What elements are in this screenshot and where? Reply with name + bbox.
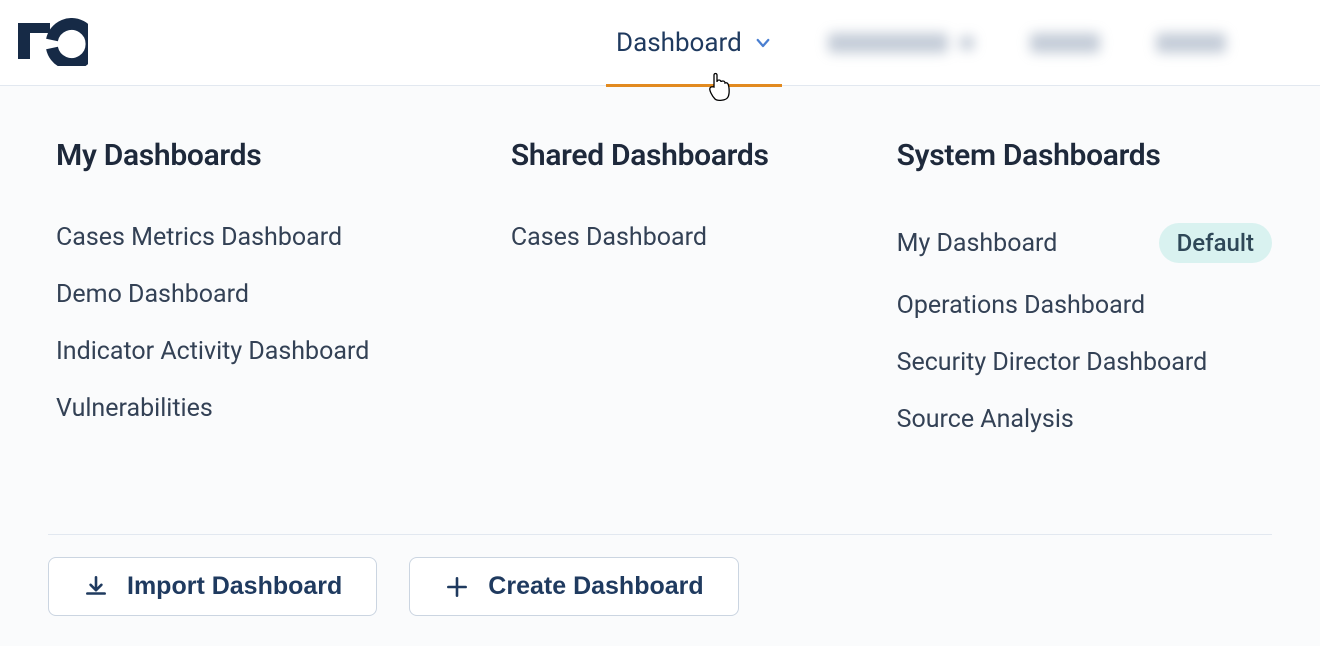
chevron-down-icon xyxy=(754,34,772,52)
column-title-shared: Shared Dashboards xyxy=(511,138,857,173)
top-bar: Dashboard xyxy=(0,0,1320,86)
dashboard-item-operations[interactable]: Operations Dashboard xyxy=(897,277,1272,334)
nav-tabs: Dashboard xyxy=(610,0,1232,85)
default-badge: Default xyxy=(1159,223,1272,263)
column-title-my: My Dashboards xyxy=(56,138,471,173)
dashboard-item-vulnerabilities[interactable]: Vulnerabilities xyxy=(56,380,471,437)
column-title-system: System Dashboards xyxy=(897,138,1272,173)
dashboard-dropdown-panel: My Dashboards Cases Metrics Dashboard De… xyxy=(0,86,1320,448)
dashboard-item-indicator-activity[interactable]: Indicator Activity Dashboard xyxy=(56,323,471,380)
dashboard-item-source-analysis[interactable]: Source Analysis xyxy=(897,391,1272,448)
import-dashboard-button[interactable]: Import Dashboard xyxy=(48,557,377,616)
dropdown-footer: Import Dashboard Create Dashboard xyxy=(48,534,1272,616)
nav-tab-dashboard[interactable]: Dashboard xyxy=(610,0,778,86)
divider xyxy=(48,534,1272,535)
create-dashboard-button[interactable]: Create Dashboard xyxy=(409,557,738,616)
nav-tab-blurred-2[interactable] xyxy=(1024,0,1106,86)
plus-icon xyxy=(444,574,470,600)
nav-tab-blurred-3[interactable] xyxy=(1150,0,1232,86)
dashboard-item-my-dashboard[interactable]: My Dashboard Default xyxy=(897,209,1272,277)
column-my-dashboards: My Dashboards Cases Metrics Dashboard De… xyxy=(56,138,471,448)
dashboard-item-security-director[interactable]: Security Director Dashboard xyxy=(897,334,1272,391)
app-logo xyxy=(12,18,88,70)
dashboard-item-cases-metrics[interactable]: Cases Metrics Dashboard xyxy=(56,209,471,266)
dashboard-item-cases[interactable]: Cases Dashboard xyxy=(511,209,857,266)
nav-tab-label: Dashboard xyxy=(616,28,742,58)
dashboard-item-demo[interactable]: Demo Dashboard xyxy=(56,266,471,323)
column-shared-dashboards: Shared Dashboards Cases Dashboard xyxy=(511,138,857,448)
column-system-dashboards: System Dashboards My Dashboard Default O… xyxy=(897,138,1272,448)
nav-tab-blurred-1[interactable] xyxy=(822,0,980,86)
download-icon xyxy=(83,574,109,600)
